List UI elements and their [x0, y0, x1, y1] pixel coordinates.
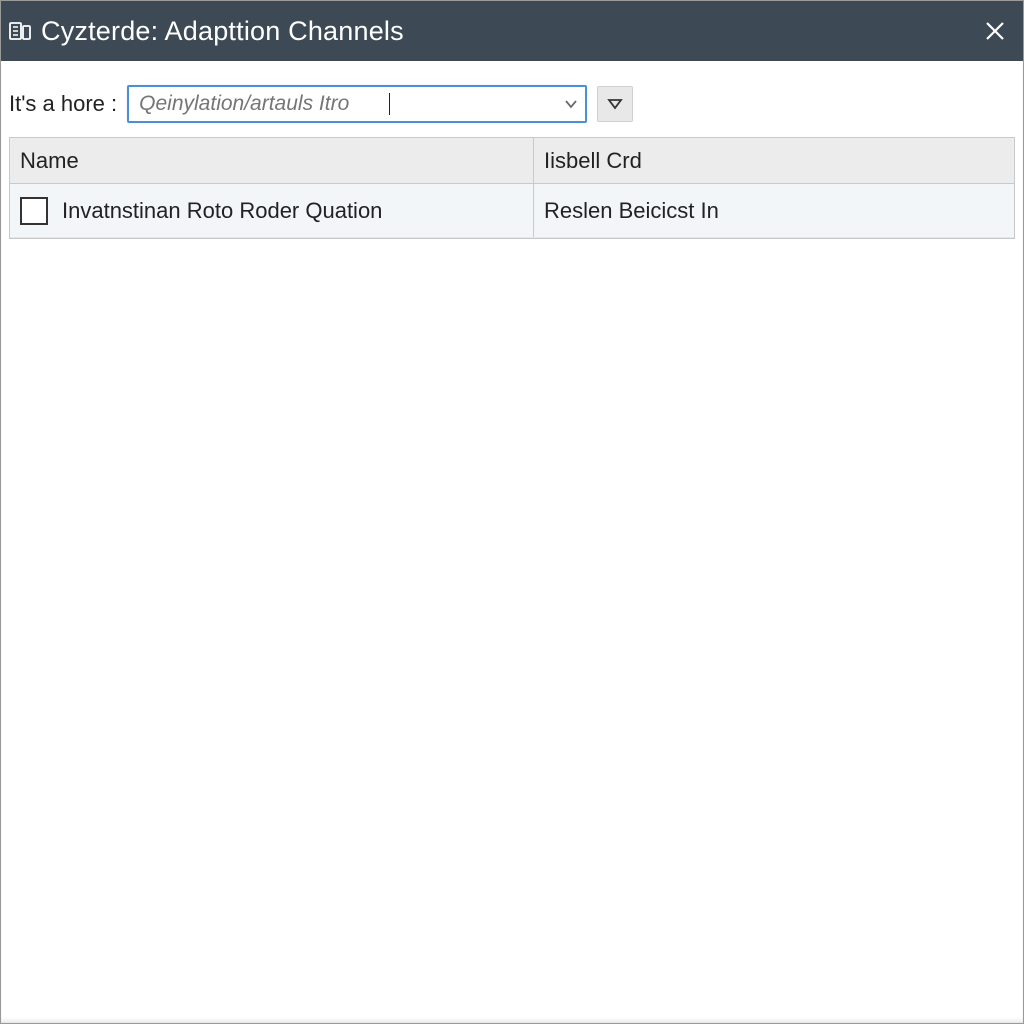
app-icon	[9, 20, 31, 42]
filter-input[interactable]	[129, 87, 557, 121]
dialog-window: Cyzterde: Adapttion Channels It's a hore…	[0, 0, 1024, 1024]
combobox-caret[interactable]	[557, 96, 585, 112]
row-checkbox[interactable]	[20, 197, 48, 225]
table-row[interactable]: Invatnstinan Roto Roder Quation Reslen B…	[10, 184, 1014, 238]
filter-dropdown-button[interactable]	[597, 86, 633, 122]
table-header: Name Iisbell Crd	[10, 138, 1014, 184]
close-button[interactable]	[975, 11, 1015, 51]
text-caret	[389, 93, 390, 115]
close-icon	[984, 20, 1006, 42]
bottom-edge-shadow	[1, 1017, 1023, 1023]
filter-label: It's a hore :	[9, 91, 117, 117]
results-table: Name Iisbell Crd Invatnstinan Roto Roder…	[9, 137, 1015, 239]
chevron-down-icon	[563, 96, 579, 112]
filter-combobox[interactable]	[127, 85, 587, 123]
cell-crd: Reslen Beicicst In	[534, 184, 1014, 237]
cell-name: Invatnstinan Roto Roder Quation	[10, 184, 534, 237]
triangle-down-icon	[606, 95, 624, 113]
row-name-text: Invatnstinan Roto Roder Quation	[62, 198, 382, 224]
column-header-crd[interactable]: Iisbell Crd	[534, 138, 1014, 183]
title-bar: Cyzterde: Adapttion Channels	[1, 1, 1023, 61]
filter-row: It's a hore :	[1, 61, 1023, 137]
column-header-name[interactable]: Name	[10, 138, 534, 183]
window-title: Cyzterde: Adapttion Channels	[41, 16, 404, 47]
